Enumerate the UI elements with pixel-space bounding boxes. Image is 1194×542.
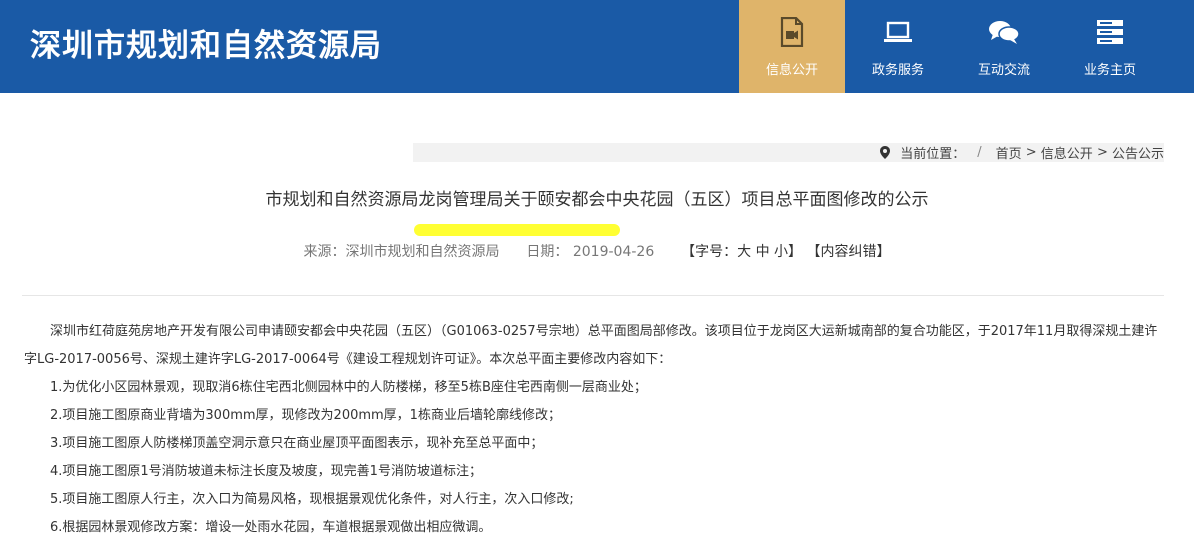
nav-label: 信息公开 — [765, 63, 818, 78]
list-item: 4.项目施工图原1号消防坡道未标注长度及坡度，现完善1号消防坡道标注； — [50, 464, 482, 479]
content-correction-link[interactable]: 【内容纠错】 — [807, 244, 891, 260]
intro-paragraph: 深圳市红荷庭苑房地产开发有限公司申请颐安都会中央花园（五区）（G01063-02… — [24, 324, 1158, 367]
breadcrumb-arrow: > — [1021, 145, 1041, 160]
font-size-small-button[interactable]: 小 — [774, 244, 788, 260]
source-value: 深圳市规划和自然资源局 — [345, 244, 500, 260]
breadcrumb-notice-link[interactable]: 公告公示 — [1112, 143, 1164, 162]
breadcrumb-home-link[interactable]: 首页 — [996, 143, 1022, 162]
article-body: 深圳市红荷庭苑房地产开发有限公司申请颐安都会中央花园（五区）（G01063-02… — [24, 318, 1164, 542]
list-item: 3.项目施工图原人防楼梯顶盖空洞示意只在商业屋顶平面图表示，现补充至总平面中； — [50, 436, 544, 451]
source-label: 来源： — [303, 244, 346, 260]
list-item: 5.项目施工图原人行主，次入口为简易风格，现根据景观优化条件，对人行主，次入口修… — [50, 492, 574, 507]
font-size-close: 】 — [788, 244, 803, 260]
font-size-medium-button[interactable]: 中 — [756, 244, 770, 260]
document-icon — [780, 17, 804, 47]
article-meta: 来源：深圳市规划和自然资源局 日期： 2019-04-26 【字号：大 中 小】… — [0, 241, 1194, 263]
list-item: 2.项目施工图原商业背墙为300mm厚，现修改为200mm厚，1栋商业后墙轮廓线… — [50, 408, 561, 423]
font-size-open: 【字号： — [681, 244, 738, 260]
nav-label: 互动交流 — [977, 63, 1030, 78]
nav-item-business-home[interactable]: 业务主页 — [1057, 0, 1163, 93]
breadcrumb-info-link[interactable]: 信息公开 — [1041, 143, 1093, 162]
yellow-highlight-mark — [414, 224, 620, 236]
nav-label: 业务主页 — [1083, 63, 1136, 78]
server-icon — [1097, 20, 1123, 44]
nav-item-government-services[interactable]: 政务服务 — [845, 0, 951, 93]
laptop-icon — [884, 21, 912, 42]
list-item: 6.根据园林景观修改方案：增设一处雨水花园，车道根据景观做出相应微调。 — [50, 520, 492, 535]
breadcrumb-arrow: > — [1092, 145, 1112, 160]
nav-item-info-disclosure[interactable]: 信息公开 — [739, 0, 845, 93]
font-size-large-button[interactable]: 大 — [737, 244, 751, 260]
date-value: 2019-04-26 — [572, 244, 655, 260]
divider — [22, 295, 1164, 296]
breadcrumb: 当前位置： / 首页 > 信息公开 > 公告公示 — [880, 143, 1164, 162]
nav-item-interaction[interactable]: 互动交流 — [951, 0, 1057, 93]
nav-label: 政务服务 — [871, 63, 924, 78]
date-label: 日期： — [526, 244, 569, 260]
breadcrumb-separator: / — [977, 145, 982, 160]
main-nav: 信息公开 政务服务 互动交流 业务主页 — [739, 0, 1163, 93]
list-item: 1.为优化小区园林景观，现取消6栋住宅西北侧园林中的人防楼梯，移至5栋B座住宅西… — [50, 380, 647, 395]
location-pin-icon — [880, 146, 891, 159]
site-header: 深圳市规划和自然资源局 信息公开 政务服务 互动交流 业务主页 — [0, 0, 1194, 93]
article-title: 市规划和自然资源局龙岗管理局关于颐安都会中央花园（五区）项目总平面图修改的公示 — [265, 190, 929, 210]
site-title[interactable]: 深圳市规划和自然资源局 — [30, 24, 382, 68]
chat-icon — [989, 21, 1020, 44]
breadcrumb-prefix: 当前位置： — [900, 147, 966, 162]
